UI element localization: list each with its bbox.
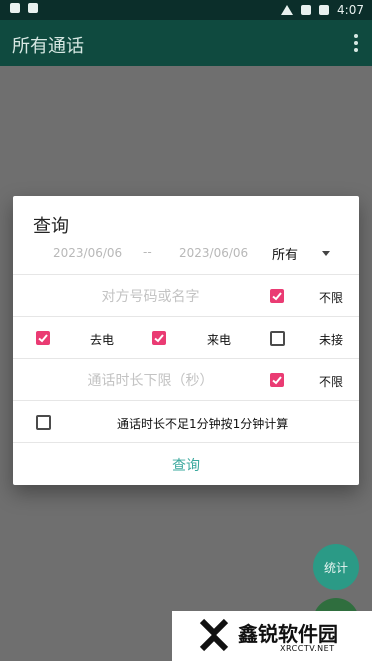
contact-unlimited-checkbox[interactable] — [270, 289, 284, 303]
duration-unlimited-label: 不限 — [319, 375, 344, 389]
app-bar: 所有通话 — [0, 20, 372, 66]
wifi-icon — [281, 5, 294, 15]
contact-row: 对方号码或名字 不限 — [13, 274, 359, 317]
date-separator: -- — [143, 245, 152, 259]
sim-icon — [301, 5, 312, 15]
round-checkbox[interactable] — [36, 415, 51, 430]
date-row: 2023/06/06 -- 2023/06/06 所有 — [13, 234, 359, 274]
contact-input[interactable]: 对方号码或名字 — [33, 275, 268, 317]
shield-icon — [10, 3, 20, 13]
duration-input[interactable]: 通话时长下限（秒） — [33, 359, 268, 401]
contact-unlimited-label: 不限 — [319, 291, 344, 305]
outgoing-checkbox[interactable] — [36, 331, 50, 345]
more-vert-icon[interactable] — [354, 34, 358, 52]
battery-icon — [319, 5, 330, 15]
round-row: 通话时长不足1分钟按1分钟计算 — [13, 400, 359, 443]
outgoing-label: 去电 — [90, 333, 115, 347]
call-type-row: 去电 来电 未接 — [13, 316, 359, 359]
watermark-domain: XRCCTV.NET — [280, 644, 335, 653]
watermark-brand: 鑫锐软件园 — [238, 622, 338, 646]
stats-fab-label: 统计 — [323, 560, 348, 575]
start-date-field[interactable]: 2023/06/06 — [53, 246, 122, 260]
missed-checkbox[interactable] — [270, 331, 285, 346]
end-date-field[interactable]: 2023/06/06 — [179, 246, 248, 260]
a-icon — [28, 3, 38, 13]
query-button[interactable]: 查询 — [13, 455, 359, 475]
stats-fab[interactable]: 统计 — [313, 544, 359, 590]
status-bar: 4:07 — [0, 0, 372, 20]
missed-label: 未接 — [319, 333, 344, 347]
watermark: 鑫锐软件园 XRCCTV.NET — [172, 611, 372, 661]
app-title: 所有通话 — [12, 36, 84, 57]
duration-row: 通话时长下限（秒） 不限 — [13, 358, 359, 401]
button-row: 查询 — [13, 442, 359, 486]
chevron-down-icon[interactable] — [322, 251, 330, 256]
round-label: 通话时长不足1分钟按1分钟计算 — [117, 417, 289, 431]
incoming-label: 来电 — [207, 333, 232, 347]
incoming-checkbox[interactable] — [152, 331, 166, 345]
query-dialog: 查询 2023/06/06 -- 2023/06/06 所有 对方号码或名字 不… — [13, 196, 359, 485]
call-type-select[interactable]: 所有 — [272, 244, 298, 263]
status-time: 4:07 — [337, 3, 364, 17]
watermark-logo — [199, 618, 229, 652]
duration-unlimited-checkbox[interactable] — [270, 373, 284, 387]
